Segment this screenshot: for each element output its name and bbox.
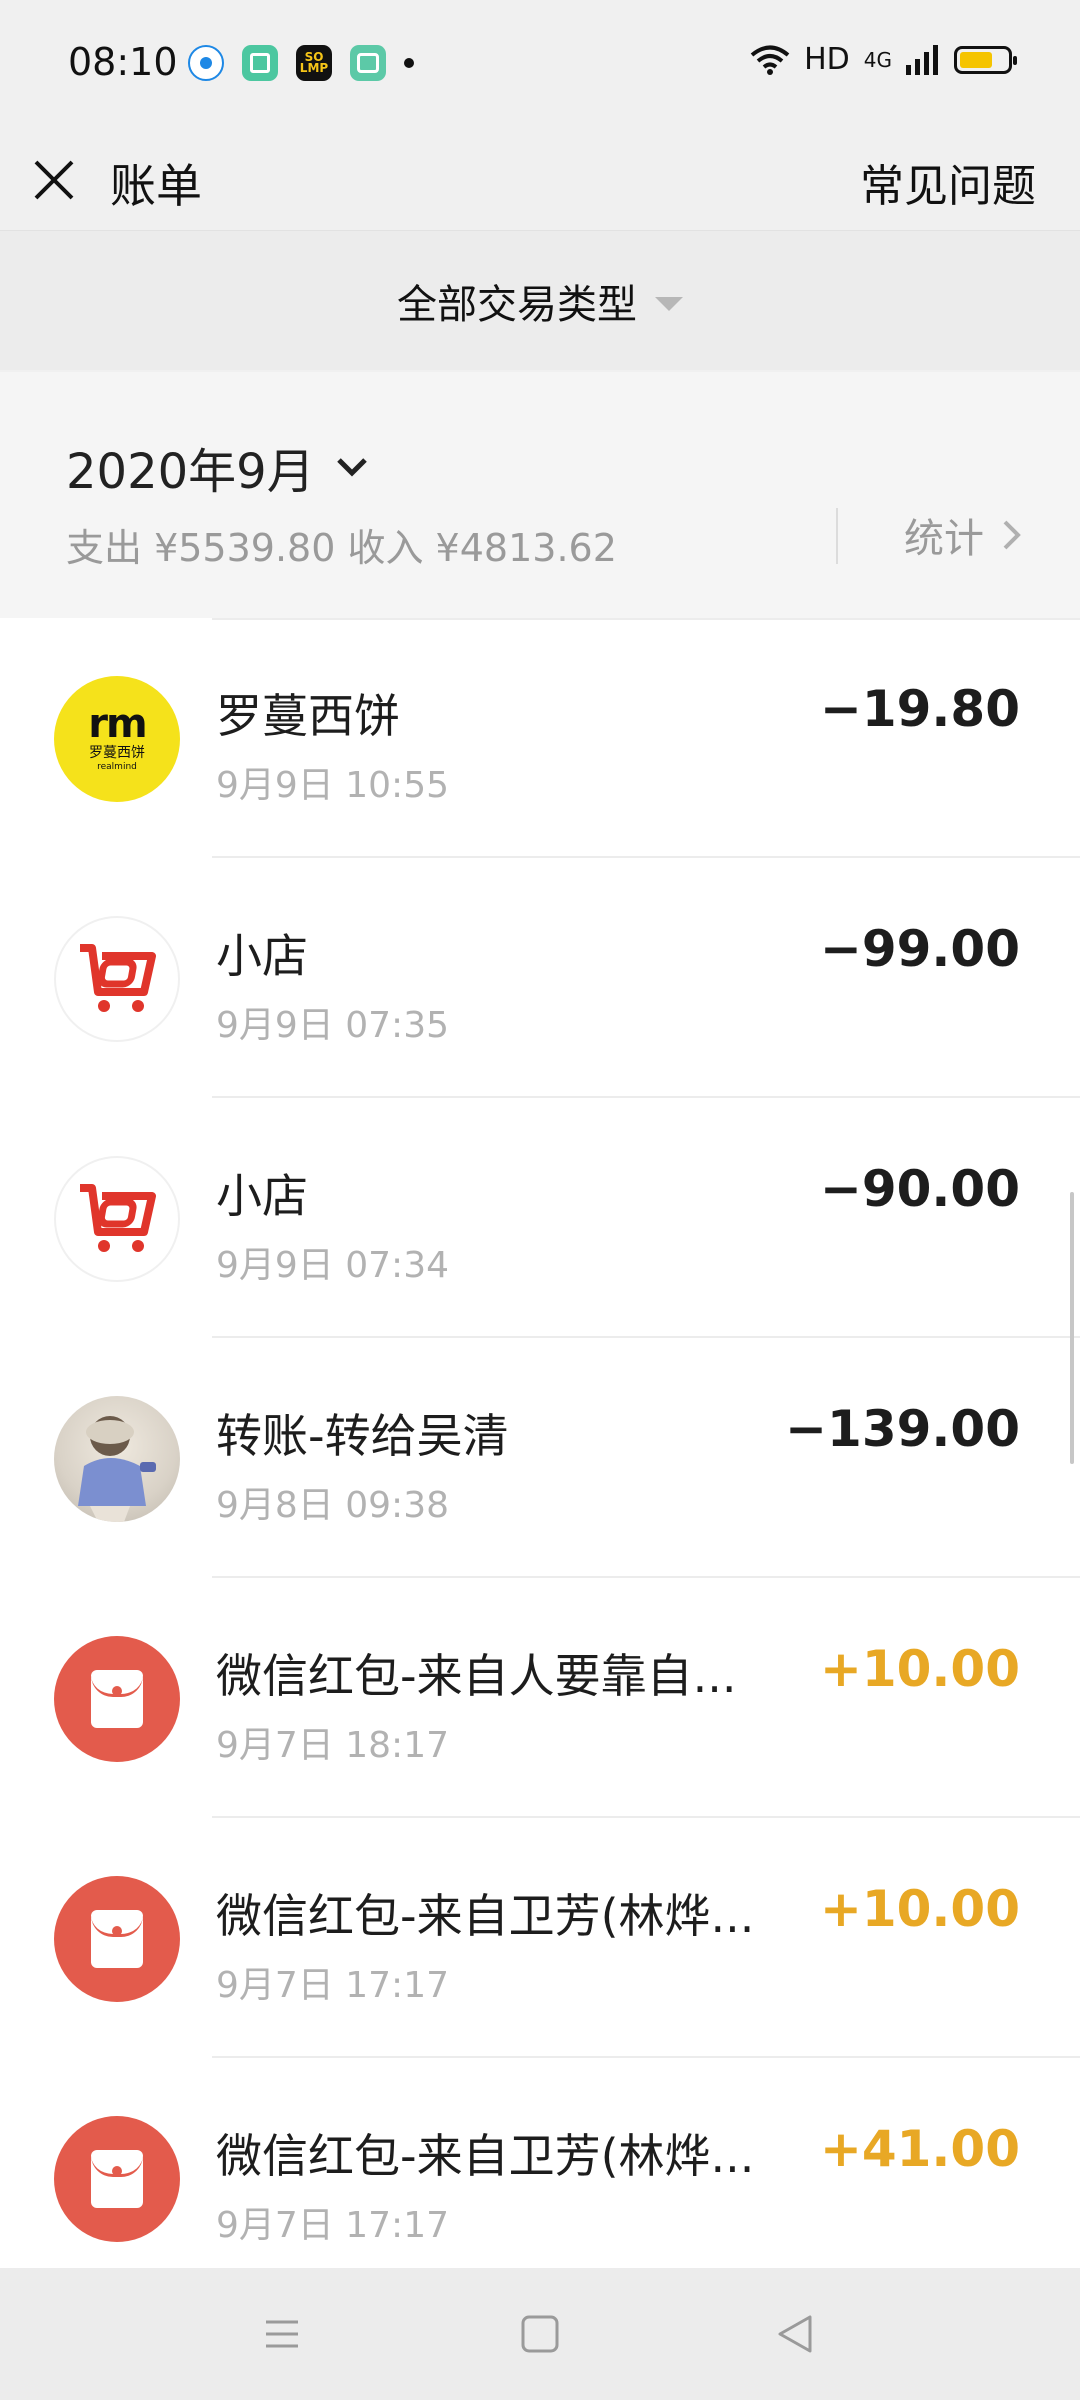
system-nav-bar	[0, 2268, 1080, 2400]
user-photo	[54, 1396, 180, 1522]
transaction-time: 9月7日 18:17	[216, 1725, 449, 1766]
transaction-name: 小店	[216, 1169, 308, 1223]
month-label: 2020年9月	[66, 444, 315, 500]
home-button[interactable]	[518, 2312, 562, 2356]
transaction-name: 转账-转给吴清	[216, 1409, 509, 1463]
wifi-icon	[750, 45, 790, 75]
shop-cart-logo	[54, 916, 180, 1042]
app-store-icon	[242, 45, 278, 81]
month-summary: 2020年9月 支出 ¥5539.80 收入 ¥4813.62 统计	[0, 372, 1080, 618]
transaction-time: 9月9日 07:34	[216, 1245, 449, 1286]
notification-dot	[404, 58, 414, 68]
signal-icon	[906, 44, 938, 75]
page-title: 账单	[110, 159, 202, 213]
transaction-amount: +10.00	[819, 1640, 1020, 1698]
chat-app-icon	[350, 45, 386, 81]
transaction-time: 9月9日 07:35	[216, 1005, 449, 1046]
chevron-down-icon	[336, 458, 367, 477]
faq-link[interactable]: 常见问题	[860, 150, 1036, 214]
filter-label: 全部交易类型	[397, 281, 637, 328]
transaction-row[interactable]: rm 罗蔓西饼 realmind 罗蔓西饼 9月9日 10:55 −19.80	[0, 618, 1080, 858]
scrollbar[interactable]	[1070, 1192, 1074, 1464]
top-bar: 账单 常见问题	[0, 130, 1080, 230]
divider	[836, 508, 838, 564]
transaction-amount: +41.00	[819, 2120, 1020, 2178]
red-packet-icon	[54, 1636, 180, 1762]
transaction-row[interactable]: 微信红包-来自人要靠自... 9月7日 18:17 +10.00	[0, 1578, 1080, 1818]
network-type: 4G	[863, 47, 892, 72]
transaction-amount: −99.00	[819, 920, 1020, 978]
transaction-list: rm 罗蔓西饼 realmind 罗蔓西饼 9月9日 10:55 −19.80 …	[0, 618, 1080, 2268]
menu-icon	[266, 2320, 298, 2348]
chevron-right-icon	[1003, 520, 1021, 550]
transaction-name: 微信红包-来自卫芳(林烨...	[216, 1889, 755, 1943]
system-indicators: HD 4G	[750, 42, 1017, 77]
red-packet-icon	[54, 1876, 180, 2002]
status-bar: 08:10 SO LMP HD 4G	[0, 0, 1080, 130]
transaction-row[interactable]: 转账-转给吴清 9月8日 09:38 −139.00	[0, 1338, 1080, 1578]
luoman-logo: rm 罗蔓西饼 realmind	[54, 676, 180, 802]
transaction-row[interactable]: 微信红包-来自卫芳(林烨... 9月7日 17:17 +10.00	[0, 1818, 1080, 2058]
menu-button[interactable]	[260, 2312, 304, 2356]
transaction-time: 9月9日 10:55	[216, 765, 449, 806]
soul-app-icon: SO LMP	[296, 45, 332, 81]
shop-cart-logo	[54, 1156, 180, 1282]
back-button[interactable]	[774, 2312, 818, 2356]
transaction-amount: −139.00	[785, 1400, 1020, 1458]
transaction-amount: +10.00	[819, 1880, 1020, 1938]
month-totals: 支出 ¥5539.80 收入 ¥4813.62	[66, 526, 617, 570]
transaction-type-filter[interactable]: 全部交易类型	[0, 230, 1080, 370]
close-button[interactable]	[28, 154, 80, 206]
home-icon	[521, 2315, 559, 2353]
transaction-row[interactable]: 小店 9月9日 07:35 −99.00	[0, 858, 1080, 1098]
transaction-name: 小店	[216, 929, 308, 983]
transaction-row[interactable]: 小店 9月9日 07:34 −90.00	[0, 1098, 1080, 1338]
battery-icon	[954, 45, 1017, 74]
notification-icons: SO LMP	[188, 45, 414, 81]
stats-label: 统计	[904, 516, 984, 562]
status-time: 08:10	[68, 40, 178, 84]
hd-indicator: HD	[804, 42, 850, 77]
transaction-name: 微信红包-来自人要靠自...	[216, 1649, 737, 1703]
transaction-amount: −90.00	[819, 1160, 1020, 1218]
browser-icon	[188, 45, 224, 81]
stats-button[interactable]: 统计	[904, 506, 1026, 564]
caret-down-icon	[655, 296, 683, 311]
month-selector[interactable]: 2020年9月	[66, 432, 371, 502]
transaction-name: 微信红包-来自卫芳(林烨...	[216, 2129, 755, 2183]
transaction-amount: −19.80	[819, 680, 1020, 738]
transaction-row[interactable]: 微信红包-来自卫芳(林烨... 9月7日 17:17 +41.00	[0, 2058, 1080, 2268]
transaction-name: 罗蔓西饼	[216, 689, 400, 743]
transaction-time: 9月7日 17:17	[216, 2205, 449, 2246]
red-packet-icon	[54, 2116, 180, 2242]
transaction-time: 9月7日 17:17	[216, 1965, 449, 2006]
back-icon	[778, 2315, 812, 2353]
transaction-time: 9月8日 09:38	[216, 1485, 449, 1526]
close-icon	[34, 160, 74, 200]
